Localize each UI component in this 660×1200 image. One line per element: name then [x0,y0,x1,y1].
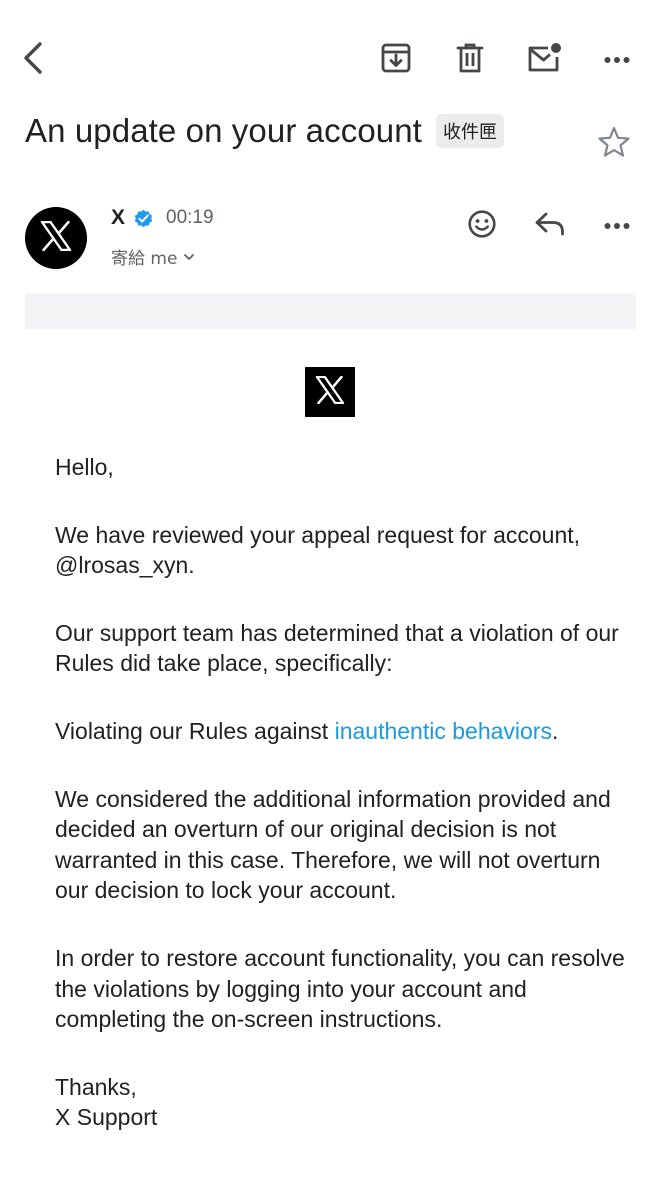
violation-period: . [551,717,559,744]
email-header-banner [25,293,636,329]
email-subject: An update on your account [25,112,422,149]
x-logo-icon [40,220,72,256]
x-logo [305,367,355,417]
violation-text: Violating our Rules against [55,717,335,744]
add-reaction-button[interactable] [458,202,506,250]
trash-icon [455,42,485,79]
message-more-button[interactable] [593,202,641,250]
body-paragraph-2: Our support team has determined that a v… [55,619,619,677]
sender-name[interactable]: X [111,206,125,230]
greeting: Hello, [55,454,114,480]
chevron-down-icon [183,253,195,261]
inbox-label-chip[interactable]: 收件匣 [435,114,504,148]
sender-avatar[interactable] [25,207,87,269]
signoff-signature: X Support [55,1104,158,1131]
email-body: Hello, We have reviewed your appeal requ… [55,452,625,1133]
more-horizontal-icon [604,217,630,235]
subject-row: An update on your account 收件匣 [25,112,504,150]
signoff: Thanks, X Support [55,1072,625,1133]
sender-line: X 00:19 [111,206,214,230]
x-logo-icon [315,375,345,409]
recipient-details-toggle[interactable]: 寄給 me [111,244,195,269]
body-paragraph-3: Violating our Rules against inauthentic … [55,716,625,747]
archive-button[interactable] [372,36,420,84]
reply-button[interactable] [526,202,574,250]
signoff-thanks: Thanks, [55,1073,137,1100]
recipient-text: 寄給 me [111,249,178,269]
sent-time: 00:19 [166,207,214,228]
verified-badge-icon [133,208,154,229]
mark-unread-icon [526,42,562,79]
back-arrow-icon [20,40,48,81]
more-horizontal-icon [604,51,630,69]
more-options-button[interactable] [593,36,641,84]
archive-icon [380,42,412,79]
inauthentic-behaviors-link[interactable]: inauthentic behaviors [335,718,552,744]
body-paragraph-5: In order to restore account functionalit… [55,944,625,1033]
smiley-icon [467,209,497,244]
reply-icon [534,211,566,242]
back-button[interactable] [10,36,58,84]
mark-unread-button[interactable] [520,36,568,84]
body-paragraph-1: We have reviewed your appeal request for… [55,521,581,579]
delete-button[interactable] [446,36,494,84]
star-button[interactable] [594,124,634,164]
star-icon [597,125,631,164]
body-paragraph-4: We considered the additional information… [55,785,611,904]
top-toolbar [0,0,660,120]
